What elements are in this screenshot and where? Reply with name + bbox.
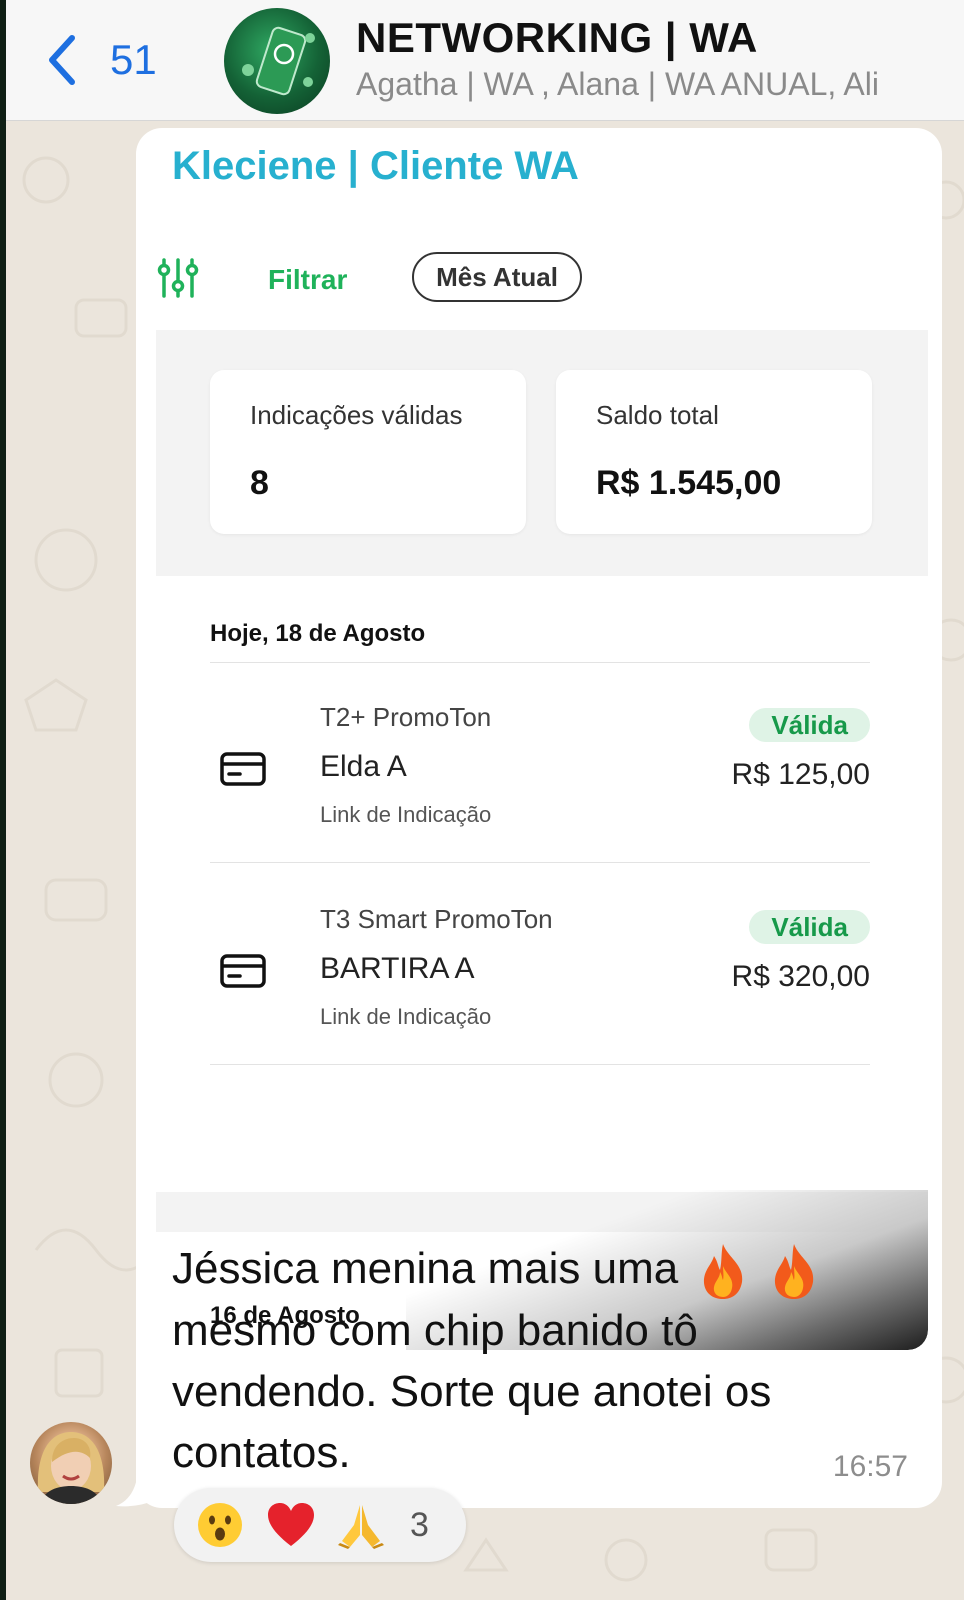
customer-name: Elda A xyxy=(320,750,407,783)
valid-referrals-value: 8 xyxy=(250,464,269,502)
sender-name[interactable]: Kleciene | Cliente WA xyxy=(172,144,579,189)
valid-referrals-card: Indicações válidas 8 xyxy=(210,370,526,534)
status-badge: Válida xyxy=(749,708,870,742)
folded-hands-emoji-icon xyxy=(338,1505,384,1549)
balance-label: Saldo total xyxy=(596,400,719,430)
product-name: T3 Smart PromoTon xyxy=(320,904,553,934)
message-text-first: Jéssica menina mais uma xyxy=(172,1244,679,1293)
avatar-photo xyxy=(37,1432,105,1504)
surprised-face-emoji-icon xyxy=(198,1503,242,1547)
group-members[interactable]: Agatha | WA , Alana | WA ANUAL, Ali xyxy=(356,66,964,103)
card-icon xyxy=(220,954,266,988)
amount: R$ 125,00 xyxy=(731,758,870,791)
unread-count[interactable]: 51 xyxy=(110,36,157,84)
fire-emoji-icon xyxy=(704,1244,743,1300)
product-name: T2+ PromoTon xyxy=(320,702,492,732)
fire-emoji-icon xyxy=(774,1244,813,1300)
message-text-rest: mesmo com chip banido tô vendendo. Sorte… xyxy=(172,1306,772,1478)
filter-button: Filtrar xyxy=(268,264,348,295)
group-title[interactable]: NETWORKING | WA xyxy=(356,14,758,62)
day-header: Hoje, 18 de Agosto xyxy=(210,620,426,647)
sender-avatar[interactable] xyxy=(30,1422,112,1504)
divider xyxy=(210,1064,870,1065)
referral-source: Link de Indicação xyxy=(320,802,492,827)
customer-name: BARTIRA A xyxy=(320,952,475,985)
group-avatar[interactable] xyxy=(224,8,330,114)
shared-screenshot[interactable]: Filtrar Mês Atual Indicações válidas 8 S… xyxy=(146,220,928,1350)
divider xyxy=(210,862,870,863)
divider xyxy=(210,662,870,663)
chat-header: 51 NETWORKING | WA Agatha | WA , Alana |… xyxy=(6,0,964,121)
red-heart-emoji-icon xyxy=(268,1503,314,1546)
balance-value: R$ 1.545,00 xyxy=(596,464,782,502)
reaction-count: 3 xyxy=(410,1506,429,1544)
balance-card: Saldo total R$ 1.545,00 xyxy=(556,370,872,534)
summary-section: Indicações válidas 8 Saldo total R$ 1.54… xyxy=(156,330,928,576)
transaction-row: T3 Smart PromoTon BARTIRA A Link de Indi… xyxy=(146,866,928,1056)
transaction-row: T2+ PromoTon Elda A Link de Indicação Vá… xyxy=(146,664,928,854)
valid-referrals-label: Indicações válidas xyxy=(250,400,463,430)
status-badge: Válida xyxy=(749,910,870,944)
back-chevron-icon[interactable] xyxy=(42,30,82,90)
referral-source: Link de Indicação xyxy=(320,1004,492,1029)
amount: R$ 320,00 xyxy=(731,960,870,993)
message-time: 16:57 xyxy=(832,1450,908,1483)
chat-screen: 51 NETWORKING | WA Agatha | WA , Alana |… xyxy=(6,0,964,1600)
phone-whatsapp-icon xyxy=(242,26,315,96)
message-bubble[interactable]: Kleciene | Cliente WA Filtrar Mês Atual … xyxy=(136,128,942,1508)
message-text[interactable]: Jéssica menina mais uma mesmo com chip b… xyxy=(172,1238,912,1483)
period-chip: Mês Atual xyxy=(412,252,582,302)
card-icon xyxy=(220,752,266,786)
filter-sliders-icon xyxy=(157,258,199,298)
reactions-bar[interactable]: 3 xyxy=(174,1488,466,1562)
